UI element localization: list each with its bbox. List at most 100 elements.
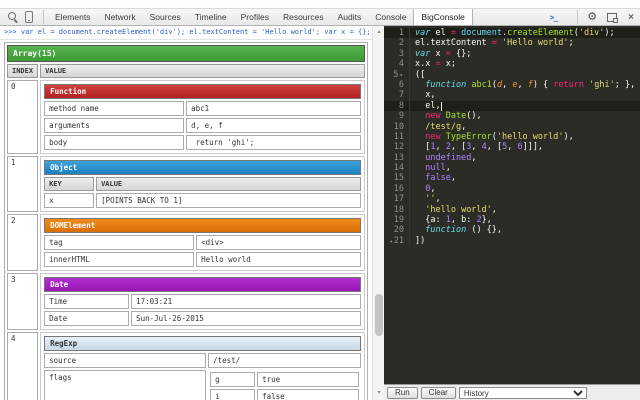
line-number: 16 <box>384 184 410 194</box>
dock-side-icon[interactable] <box>607 13 617 22</box>
property-name-cell: arguments <box>44 118 184 133</box>
type-header: Function <box>44 84 361 99</box>
subtable-row: ifalse <box>210 389 359 400</box>
clear-button[interactable]: Clear <box>421 387 456 399</box>
code-token: x, <box>415 90 435 100</box>
code-token: var <box>415 49 430 59</box>
subtable-row: gtrue <box>210 372 359 387</box>
line-number: 9 <box>384 111 410 121</box>
editor-line: 9 new Date(), <box>384 111 640 121</box>
tab-timeline[interactable]: Timeline <box>188 9 234 25</box>
toolbar-right-icons: >_ ⚙ × <box>550 10 640 24</box>
editor-line: 6 function abc1(d, e, f) { return 'ghi';… <box>384 80 640 90</box>
code-token: () {}, <box>466 225 502 235</box>
code-token <box>415 205 425 215</box>
code-token: , [ <box>451 142 466 152</box>
code-token: ]) <box>415 236 425 246</box>
subtable-key-cell: g <box>210 372 255 387</box>
type-table-regexp: RegExpsource/test/flagsgtrueifalsemfalse… <box>42 334 363 400</box>
index-cell: 2 <box>7 214 38 271</box>
top-strip <box>0 0 640 8</box>
array-row-2: 2DOMElementtag<div>innerHTMLHello world <box>7 214 365 271</box>
history-select[interactable]: History <box>459 387 587 399</box>
array-row-4: 4RegExpsource/test/flagsgtrueifalsemfals… <box>7 332 365 400</box>
close-devtools-icon[interactable]: × <box>628 12 634 23</box>
code-token: {}; <box>451 49 471 59</box>
property-row: Time17:03:21 <box>44 294 361 309</box>
code-token: 'ghi' <box>589 80 615 90</box>
tab-elements[interactable]: Elements <box>48 9 97 25</box>
code-token: , <box>471 142 481 152</box>
tab-sources[interactable]: Sources <box>143 9 188 25</box>
property-value-cell: Sun-Jul-26-2015 <box>131 311 361 326</box>
code-token <box>415 132 425 142</box>
type-table-object: ObjectKEYVALUEx[POINTS BACK TO 1] <box>42 158 363 210</box>
fold-marker-icon[interactable]: ◂ <box>388 238 394 245</box>
code-line: 'hello world', <box>410 205 497 215</box>
code-token <box>415 163 425 173</box>
settings-gear-icon[interactable]: ⚙ <box>587 12 597 22</box>
scrollbar-thumb[interactable] <box>375 294 383 336</box>
type-header-row: RegExp <box>44 336 361 351</box>
code-token: function <box>425 80 466 90</box>
code-token: , <box>446 163 451 173</box>
property-name-cell: body <box>44 135 184 150</box>
editor-line: 5▾([ <box>384 70 640 80</box>
property-name-cell: tag <box>44 235 194 250</box>
property-value-cell: return 'ghi'; <box>186 135 361 150</box>
code-token <box>415 184 425 194</box>
line-number: 20 <box>384 225 410 235</box>
editor-line: 4x.x = x; <box>384 59 640 69</box>
type-table-date: Date Time17:03:21 DateSun-Jul-26-2015 <box>42 275 363 328</box>
tab-bigconsole[interactable]: BigConsole <box>413 9 472 25</box>
code-token: abc1 <box>471 80 491 90</box>
panel-tabs: ElementsNetworkSourcesTimelineProfilesRe… <box>48 9 473 25</box>
output-scrollbar[interactable]: ▴ ▾ <box>372 26 384 400</box>
line-number: 12 <box>384 142 410 152</box>
property-name-cell: x <box>44 193 94 208</box>
property-value-cell: <div> <box>196 235 361 250</box>
property-row: DateSun-Jul-26-2015 <box>44 311 361 326</box>
tab-audits[interactable]: Audits <box>331 9 369 25</box>
text-cursor <box>441 102 442 111</box>
code-line: var x = {}; <box>410 49 471 59</box>
property-value-cell: Hello world <box>196 252 361 267</box>
type-table-function: Functionmethod nameabc1argumentsd, e, fb… <box>42 82 363 152</box>
line-number: 13 <box>384 153 410 163</box>
fold-marker-icon[interactable]: ▾ <box>398 72 404 79</box>
value-cell: Functionmethod nameabc1argumentsd, e, fb… <box>40 80 365 154</box>
value-cell: Date Time17:03:21 DateSun-Jul-26-2015 <box>40 273 365 330</box>
code-line: /test/g, <box>410 122 466 132</box>
subtable-value-cell: false <box>257 389 359 400</box>
code-token: 'Hello world' <box>502 38 569 48</box>
property-row: argumentsd, e, f <box>44 118 361 133</box>
subtable-key-cell: i <box>210 389 255 400</box>
tab-profiles[interactable]: Profiles <box>234 9 276 25</box>
editor-line: 7 x, <box>384 90 640 100</box>
code-token: '' <box>425 194 435 204</box>
editor-line: 16 0, <box>384 184 640 194</box>
device-mode-icon[interactable] <box>25 11 33 23</box>
type-header-row: Date <box>44 277 361 292</box>
console-drawer-icon[interactable]: >_ <box>550 13 558 22</box>
code-token: ), <box>563 132 573 142</box>
editor-line: 13 undefined, <box>384 153 640 163</box>
tab-network[interactable]: Network <box>97 9 142 25</box>
code-token: ; <box>569 38 574 48</box>
code-token: , [ <box>487 142 502 152</box>
code-editor[interactable]: 1var el = document.createElement('div');… <box>384 26 640 384</box>
tab-console[interactable]: Console <box>368 9 413 25</box>
search-icon[interactable] <box>7 11 19 23</box>
editor-line: 2el.textContent = 'Hello world'; <box>384 38 640 48</box>
editor-line: 10 /test/g, <box>384 122 640 132</box>
devtools-toolbar: ElementsNetworkSourcesTimelineProfilesRe… <box>0 8 640 26</box>
property-value-cell: d, e, f <box>186 118 361 133</box>
property-row: source/test/ <box>44 353 361 368</box>
tab-resources[interactable]: Resources <box>276 9 331 25</box>
code-token: 'hello world' <box>425 205 492 215</box>
run-button[interactable]: Run <box>387 387 418 399</box>
line-number: 14 <box>384 163 410 173</box>
code-line: new Date(), <box>410 111 482 121</box>
line-number: 17 <box>384 194 410 204</box>
code-line: ]) <box>410 236 425 246</box>
